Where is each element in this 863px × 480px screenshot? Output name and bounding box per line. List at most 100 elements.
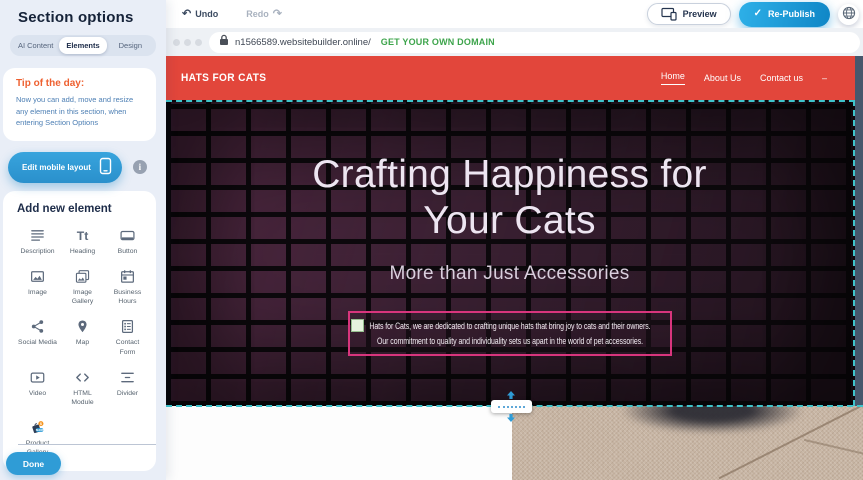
tip-body: Now you can add, move and resize any ele… xyxy=(16,94,143,129)
description-icon xyxy=(29,227,46,244)
element-item-heading[interactable]: Tt Heading xyxy=(62,227,103,256)
tip-of-the-day-card: Tip of the day: Now you can add, move an… xyxy=(3,68,156,141)
tab-design[interactable]: Design xyxy=(107,37,154,54)
done-button[interactable]: Done xyxy=(6,452,61,475)
window-dot xyxy=(173,39,180,46)
edit-mobile-label: Edit mobile layout xyxy=(22,163,91,172)
phone-icon xyxy=(99,157,112,177)
hero-body-line: Our commitment to quality and individual… xyxy=(377,334,643,348)
element-label: Image Gallery xyxy=(62,288,103,306)
hero-section[interactable]: Crafting Happiness for Your Cats More th… xyxy=(166,100,855,406)
product-gallery-icon: SHOP $ xyxy=(29,419,46,436)
button-icon xyxy=(119,227,136,244)
lock-icon xyxy=(219,33,229,51)
url-bar: n1566589.websitebuilder.online/ GET YOUR… xyxy=(209,32,860,53)
website-builder-app: Section options AI Content Elements Desi… xyxy=(0,0,863,480)
element-item-image-gallery[interactable]: Image Gallery xyxy=(62,268,103,306)
carpet-seam xyxy=(804,439,863,479)
tab-elements[interactable]: Elements xyxy=(59,37,106,54)
nav-link-about-us[interactable]: About Us xyxy=(704,73,741,83)
preview-button[interactable]: Preview xyxy=(647,3,731,25)
element-item-map[interactable]: Map xyxy=(62,318,103,356)
undo-button[interactable]: ↶ Undo xyxy=(176,8,224,21)
nav-link-home[interactable]: Home xyxy=(661,71,685,85)
devices-icon xyxy=(661,6,677,23)
editor-topbar: ↶ Undo Redo ↷ Preview ✓ Re-Publish xyxy=(166,0,863,28)
element-item-button[interactable]: Button xyxy=(107,227,148,256)
arrow-down-icon xyxy=(506,414,516,422)
cat-shadow xyxy=(620,406,805,434)
element-item-business-hours[interactable]: Business Hours xyxy=(107,268,148,306)
undo-icon: ↶ xyxy=(182,9,191,20)
hero-heading[interactable]: Crafting Happiness for Your Cats xyxy=(278,152,742,243)
panel-tabs: AI Content Elements Design xyxy=(10,35,156,56)
element-label: Map xyxy=(76,338,89,347)
site-logo: HATS FOR CATS xyxy=(181,72,266,84)
window-dot xyxy=(184,39,191,46)
element-label: Business Hours xyxy=(107,288,148,306)
map-icon xyxy=(74,318,91,335)
element-item-video[interactable]: Video xyxy=(17,369,58,407)
arrow-up-icon xyxy=(506,391,516,399)
hero-textbox-selected[interactable]: Hats for Cats, we are dedicated to craft… xyxy=(348,311,672,356)
preview-label: Preview xyxy=(683,9,717,19)
stage: ↶ Undo Redo ↷ Preview ✓ Re-Publish xyxy=(166,0,863,480)
site-preview-viewport: HATS FOR CATS Home About Us Contact us – Cr… xyxy=(166,56,863,480)
element-label: Video xyxy=(29,389,46,398)
element-label: Image xyxy=(28,288,47,297)
browser-chrome: n1566589.websitebuilder.online/ GET YOUR… xyxy=(166,28,863,56)
add-element-card: Add new element Description Tt Heading Butt… xyxy=(3,191,156,472)
redo-button[interactable]: Redo ↷ xyxy=(240,8,288,21)
next-section-cat-photo[interactable] xyxy=(512,406,863,480)
site-nav: Home About Us Contact us – xyxy=(661,71,827,85)
resize-grip-dots xyxy=(498,406,525,408)
redo-icon: ↷ xyxy=(273,9,282,20)
get-domain-link[interactable]: GET YOUR OWN DOMAIN xyxy=(381,37,495,47)
edit-mobile-row: Edit mobile layout i xyxy=(8,152,156,183)
window-controls xyxy=(173,39,202,46)
element-item-description[interactable]: Description xyxy=(17,227,58,256)
resize-grip-box xyxy=(491,400,532,413)
image-icon xyxy=(29,268,46,285)
tip-heading: Tip of the day: xyxy=(16,78,143,89)
element-label: Social Media xyxy=(18,338,57,347)
element-label: HTML Module xyxy=(62,389,103,407)
element-drag-handle[interactable] xyxy=(351,319,364,332)
hero-subheading[interactable]: More than Just Accessories xyxy=(166,263,853,285)
section-options-panel: Section options AI Content Elements Desi… xyxy=(0,0,166,480)
element-item-contact-form[interactable]: Contact Form xyxy=(107,318,148,356)
element-label: Heading xyxy=(70,247,95,256)
business-hours-icon xyxy=(119,268,136,285)
svg-text:Tt: Tt xyxy=(77,229,89,243)
undo-label: Undo xyxy=(195,9,218,19)
globe-icon xyxy=(841,5,857,24)
element-item-divider[interactable]: Divider xyxy=(107,369,148,407)
language-globe-button[interactable] xyxy=(838,4,859,25)
next-section-background[interactable] xyxy=(166,406,512,480)
hero-body-line: Hats for Cats, we are dedicated to craft… xyxy=(369,319,650,333)
contact-form-icon xyxy=(119,318,136,335)
image-gallery-icon xyxy=(74,268,91,285)
check-icon: ✓ xyxy=(754,9,762,19)
element-item-image[interactable]: Image xyxy=(17,268,58,306)
element-label: Divider xyxy=(117,389,138,398)
info-icon[interactable]: i xyxy=(133,160,147,174)
tab-ai-content[interactable]: AI Content xyxy=(12,37,59,54)
edit-mobile-layout-button[interactable]: Edit mobile layout xyxy=(8,152,122,183)
element-item-html-module[interactable]: HTML Module xyxy=(62,369,103,407)
history-controls: ↶ Undo Redo ↷ xyxy=(176,8,288,21)
republish-label: Re-Publish xyxy=(768,9,815,19)
video-icon xyxy=(29,369,46,386)
nav-link-contact-us[interactable]: Contact us xyxy=(760,73,803,83)
element-item-social-media[interactable]: Social Media xyxy=(17,318,58,356)
republish-button[interactable]: ✓ Re-Publish xyxy=(739,2,830,27)
add-element-title: Add new element xyxy=(17,203,148,215)
divider-icon xyxy=(119,369,136,386)
nav-more-menu[interactable]: – xyxy=(822,73,827,83)
window-dot xyxy=(195,39,202,46)
site-header-section[interactable]: HATS FOR CATS Home About Us Contact us – xyxy=(166,56,855,100)
svg-text:SHOP: SHOP xyxy=(36,428,44,432)
svg-text:$: $ xyxy=(40,422,42,426)
top-actions: Preview ✓ Re-Publish xyxy=(647,2,859,27)
section-resize-handle[interactable] xyxy=(490,391,532,422)
